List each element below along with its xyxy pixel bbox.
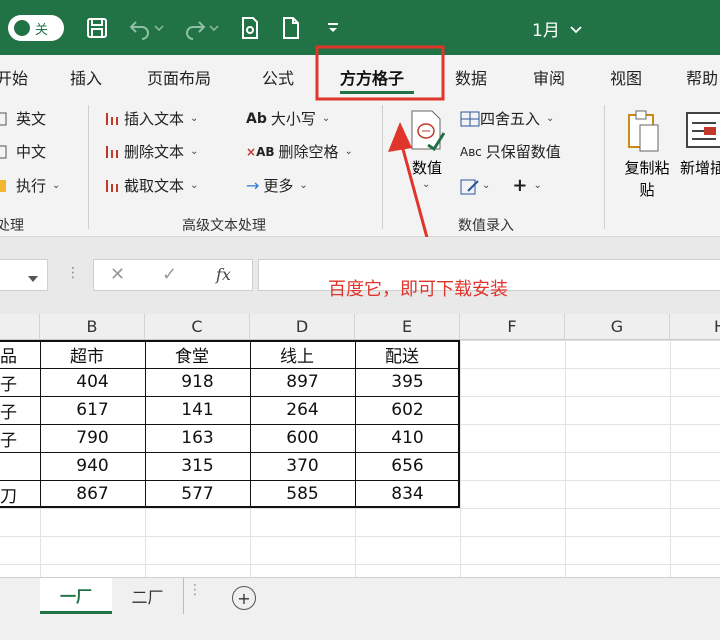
- table-cell[interactable]: [0, 452, 40, 480]
- table-cell[interactable]: 617: [40, 396, 145, 424]
- dropdown-icon: [27, 269, 39, 288]
- drag-handle-icon[interactable]: ⋮: [66, 265, 80, 281]
- grid-line: [0, 536, 720, 537]
- table-header-cell[interactable]: 食堂: [145, 340, 250, 368]
- sheet-tab-2[interactable]: 二厂: [112, 578, 184, 614]
- table-cell[interactable]: 315: [145, 452, 250, 480]
- table-cell[interactable]: 395: [355, 368, 460, 396]
- grid-line: [670, 340, 671, 577]
- table-cell[interactable]: 刀: [0, 480, 40, 508]
- column-header-e[interactable]: E: [355, 314, 460, 340]
- name-box[interactable]: [0, 259, 48, 291]
- table-cell[interactable]: 410: [355, 424, 460, 452]
- table-cell[interactable]: 600: [250, 424, 355, 452]
- table-cell[interactable]: 867: [40, 480, 145, 508]
- table-cell[interactable]: 656: [355, 452, 460, 480]
- grid-line: [565, 340, 566, 577]
- table-cell[interactable]: 918: [145, 368, 250, 396]
- table-cell[interactable]: 602: [355, 396, 460, 424]
- table-cell[interactable]: 585: [250, 480, 355, 508]
- table-cell[interactable]: 790: [40, 424, 145, 452]
- table-cell[interactable]: 940: [40, 452, 145, 480]
- table-header-cell[interactable]: 超市: [40, 340, 145, 368]
- table-cell[interactable]: 834: [355, 480, 460, 508]
- cancel-icon[interactable]: ✕: [110, 264, 125, 285]
- table-header-cell[interactable]: 线上: [250, 340, 355, 368]
- sheet-tabs-bar: 一厂 二厂 ⋮ +: [0, 577, 720, 640]
- table-cell[interactable]: 370: [250, 452, 355, 480]
- column-header-h[interactable]: H: [670, 314, 720, 340]
- table-cell[interactable]: 897: [250, 368, 355, 396]
- formula-controls: ✕ ✓ fx: [93, 259, 253, 291]
- table-cell[interactable]: 163: [145, 424, 250, 452]
- table-cell[interactable]: 子: [0, 368, 40, 396]
- table-cell[interactable]: 子: [0, 424, 40, 452]
- column-header-f[interactable]: F: [460, 314, 565, 340]
- table-cell[interactable]: 404: [40, 368, 145, 396]
- sheet-divider: ⋮: [188, 582, 202, 598]
- table-header-cell[interactable]: 品: [0, 340, 40, 368]
- column-header-d[interactable]: D: [250, 314, 355, 340]
- fx-icon[interactable]: fx: [216, 265, 231, 284]
- table-cell[interactable]: 141: [145, 396, 250, 424]
- column-header-c[interactable]: C: [145, 314, 250, 340]
- annotation-text: 百度它，即可下载安装: [328, 279, 508, 300]
- confirm-icon[interactable]: ✓: [162, 264, 177, 285]
- grid-line: [460, 340, 461, 577]
- grid-line: [0, 508, 720, 509]
- column-header-g[interactable]: G: [565, 314, 670, 340]
- column-header-a[interactable]: [0, 314, 40, 340]
- arrow-head: [388, 122, 412, 152]
- column-header-b[interactable]: B: [40, 314, 145, 340]
- sheet-tab-1[interactable]: 一厂: [40, 578, 112, 614]
- table-header-cell[interactable]: 配送: [355, 340, 460, 368]
- add-sheet-icon[interactable]: +: [232, 586, 256, 610]
- grid-line: [0, 564, 720, 565]
- table-cell[interactable]: 577: [145, 480, 250, 508]
- table-cell[interactable]: 子: [0, 396, 40, 424]
- table-cell[interactable]: 264: [250, 396, 355, 424]
- highlight-box: [315, 45, 445, 101]
